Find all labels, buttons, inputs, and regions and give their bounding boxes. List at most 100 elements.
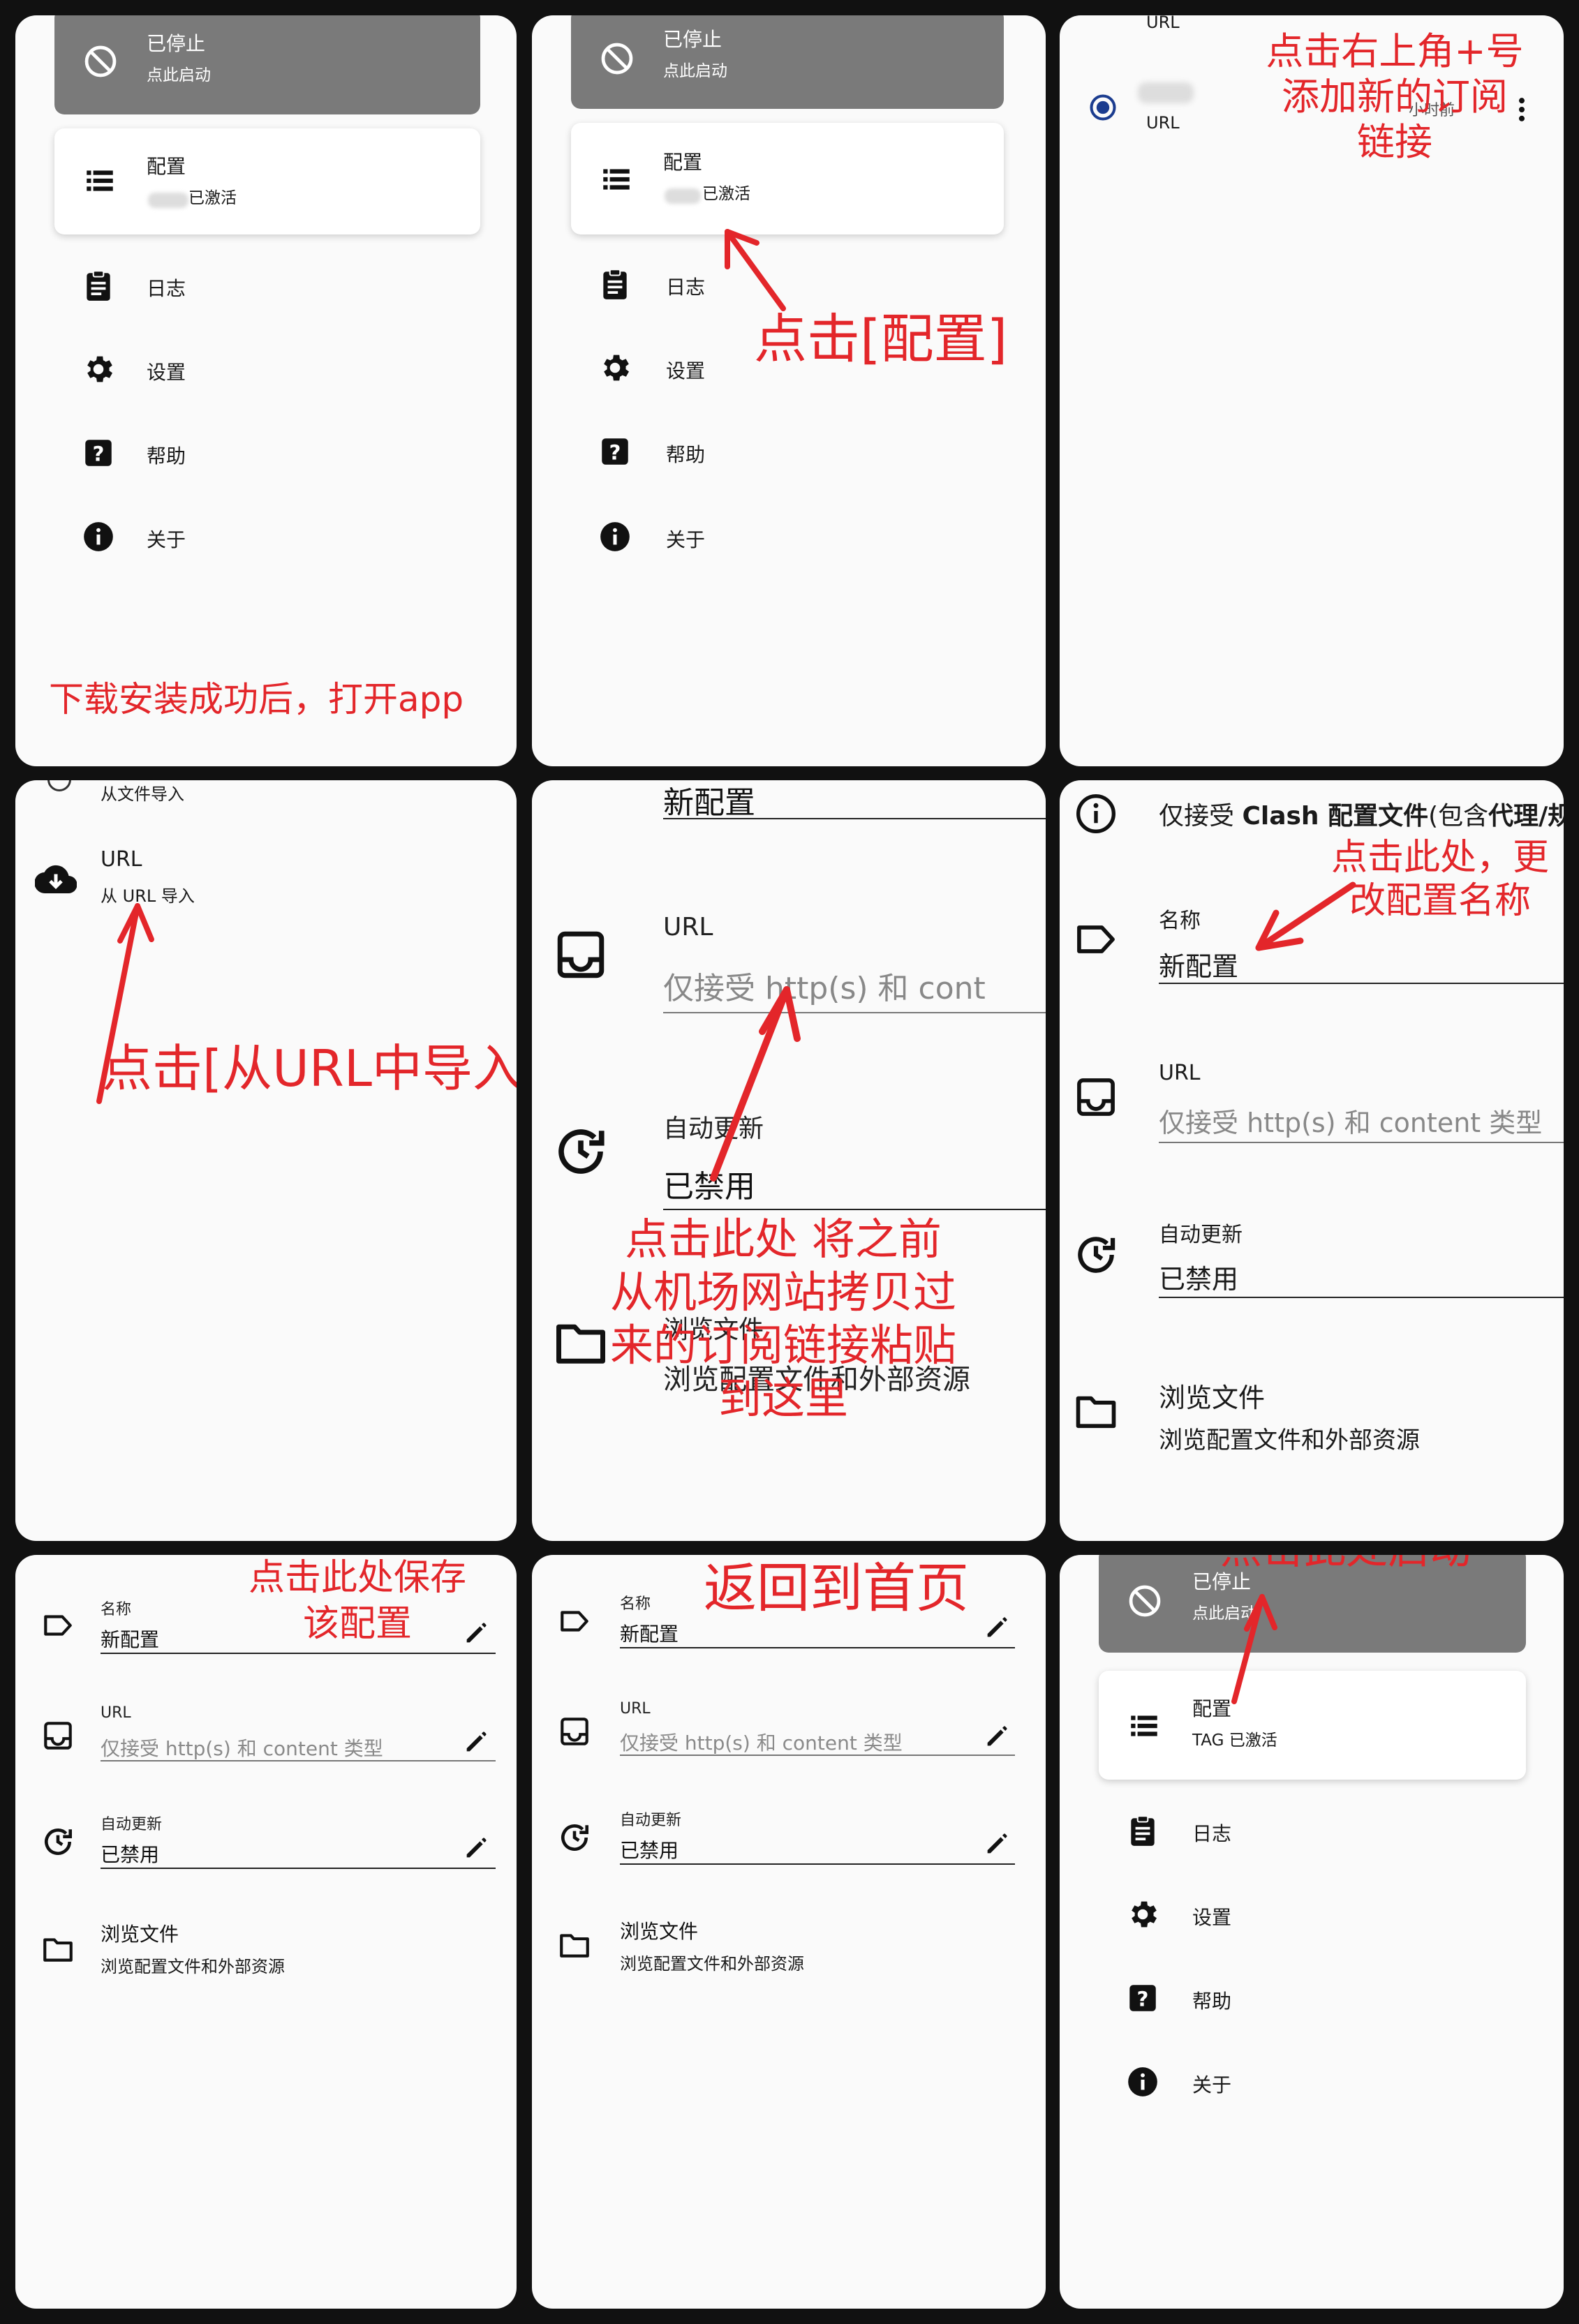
config-status: TAG 已激活 [1192,1731,1277,1750]
annotation-line: 点击此处，更 [1330,837,1549,879]
menu-help[interactable]: 帮助 [1192,1986,1231,2014]
name-value[interactable]: 新配置 [101,1625,159,1653]
import-url-title[interactable]: URL [101,847,142,872]
blurred-name [148,193,188,208]
auto-update-value[interactable]: 已禁用 [101,1840,159,1868]
inbox-icon [1072,1073,1120,1121]
cloud-download-icon [35,858,77,900]
annotation-line: 改配置名称 [1349,880,1531,923]
update-icon [557,1820,592,1855]
name-value[interactable]: 新配置 [663,780,755,822]
menu-log[interactable]: 日志 [1192,1819,1231,1847]
url-label: URL [620,1700,651,1718]
edit-icon[interactable] [462,1834,490,1862]
label-icon [40,1608,75,1643]
url-underline [620,1755,1015,1756]
name-underline [663,818,1046,819]
status-stopped-card[interactable]: 已停止 点此启动 [571,15,1004,109]
annotation-save: 点击此处保存 该配置 [218,1555,497,1647]
browse-subtitle: 浏览配置文件和外部资源 [1159,1427,1420,1454]
edit-icon[interactable] [983,1722,1011,1750]
annotation-line: 到这里 [718,1373,848,1424]
config-title: 配置 [147,155,186,178]
url-label: URL [663,913,713,941]
menu-help[interactable]: 帮助 [147,441,186,469]
inbox-icon [551,925,610,984]
edit-icon[interactable] [462,1728,490,1756]
circle-icon-partial [47,780,71,791]
browse-subtitle: 浏览配置文件和外部资源 [620,1954,804,1974]
radio-selected-icon[interactable] [1088,92,1118,123]
name-label: 名称 [620,1595,651,1613]
panel-4-import: 从文件导入 URL 从 URL 导入 点击[从URL中导入] [15,780,517,1541]
menu-settings[interactable]: 设置 [1192,1902,1231,1930]
edit-icon[interactable] [983,1614,1011,1641]
url-input[interactable]: 仅接受 http(s) 和 content 类型 [620,1728,903,1756]
blurred-name [665,188,701,204]
url-underline [101,1760,496,1761]
annotation-arrow [1231,1594,1277,1704]
menu-settings[interactable]: 设置 [147,357,186,385]
menu-help[interactable]: 帮助 [666,440,705,468]
status-subtitle: 点此启动 [663,62,727,80]
panel-1-home: 已停止 点此启动 配置 已激活 日志 设置 帮助 关于 下载安装成功后，打开ap… [15,15,517,766]
panel-9-start: 已停止 点此启动 配置 TAG 已激活 日志 设置 帮助 关于 点击此处启动 [1060,1555,1564,2309]
block-icon [599,40,635,77]
status-subtitle: 点此启动 [147,66,211,84]
url-underline [1159,1142,1564,1143]
auto-update-underline [1159,1297,1564,1298]
menu-about[interactable]: 关于 [147,525,186,553]
menu-log[interactable]: 日志 [147,274,186,301]
auto-update-underline [101,1868,496,1869]
update-icon [551,1122,610,1181]
log-icon [81,268,116,303]
browse-subtitle: 浏览配置文件和外部资源 [101,1957,285,1976]
menu-log[interactable]: 日志 [666,272,705,300]
auto-update-underline [663,1209,1046,1210]
auto-update-label: 自动更新 [101,1816,163,1833]
annotation-line: 点击此处保存 [248,1557,466,1599]
annotation-line: 链接 [1357,119,1432,164]
auto-update-value[interactable]: 已禁用 [1159,1258,1238,1296]
status-stopped-card[interactable]: 已停止 点此启动 [54,15,480,114]
panel-5-new-config: 新配置 URL 仅接受 http(s) 和 cont 自动更新 已禁用 浏览文件… [532,780,1046,1541]
auto-update-value[interactable]: 已禁用 [620,1835,679,1863]
panel-3-profiles: URL URL 小时前 点击右上角+号 添加新的订阅 链接 [1060,15,1564,766]
browse-title[interactable]: 浏览文件 [101,1919,179,1947]
edit-icon[interactable] [983,1830,1011,1858]
info-text: 仅接受 Clash 配置文件(包含代理/规 [1159,796,1564,832]
auto-update-label: 自动更新 [620,1812,682,1829]
folder-icon [557,1928,592,1962]
name-label: 名称 [1159,909,1201,933]
config-status: 已激活 [188,189,237,207]
annotation-arrow [725,229,786,311]
annotation-line: 添加新的订阅 [1282,74,1508,119]
config-card[interactable]: 配置 已激活 [54,128,480,234]
browse-title[interactable]: 浏览文件 [1159,1376,1265,1415]
name-value[interactable]: 新配置 [1159,945,1238,983]
info-outline-icon [1074,791,1118,836]
browse-title[interactable]: 浏览文件 [620,1916,698,1944]
url-input[interactable]: 仅接受 http(s) 和 content 类型 [101,1734,383,1761]
name-value[interactable]: 新配置 [620,1619,679,1647]
config-card[interactable]: 配置 TAG 已激活 [1099,1671,1526,1780]
log-icon [1125,1813,1160,1848]
status-title: 已停止 [147,32,206,55]
config-status: 已激活 [702,185,750,203]
menu-about[interactable]: 关于 [1192,2070,1231,2098]
url-input[interactable]: 仅接受 http(s) 和 content 类型 [1159,1101,1542,1140]
annotation-import-url: 点击[从URL中导入] [102,1039,517,1098]
annotation-paste-link: 点击此处 将之前 从机场网站拷贝过 来的订阅链接粘贴 到这里 [588,1213,979,1425]
folder-icon [1072,1387,1120,1435]
info-icon [1125,2064,1160,2099]
inbox-icon [40,1718,75,1753]
import-from-file[interactable]: 从文件导入 [101,780,184,805]
info-text-b: Clash 配置文件 [1242,802,1429,830]
annotation-arrow [710,986,801,1182]
config-title: 配置 [663,151,703,174]
update-icon [1072,1231,1120,1279]
menu-settings[interactable]: 设置 [666,356,705,384]
menu-about[interactable]: 关于 [666,525,705,553]
panel-2-home: 已停止 点此启动 配置 已激活 日志 设置 帮助 关于 点击[配置] [532,15,1046,766]
list-icon [1127,1708,1162,1743]
